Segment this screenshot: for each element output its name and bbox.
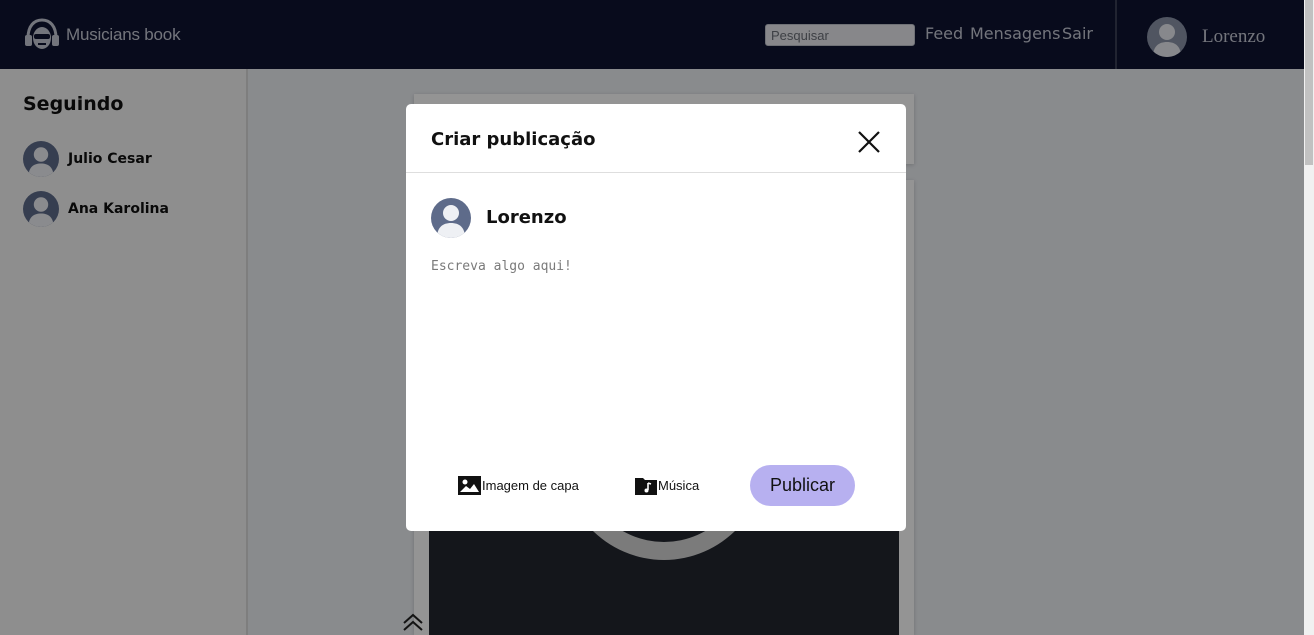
music-label: Música: [658, 478, 700, 493]
avatar: [431, 198, 471, 238]
music-button[interactable]: Música: [635, 476, 699, 495]
modal-header: Criar publicação: [406, 104, 906, 173]
user-silhouette-icon: [431, 198, 471, 238]
music-folder-icon: [635, 478, 657, 495]
create-post-modal: Criar publicação Lorenzo Imagem de capa …: [406, 104, 906, 531]
post-author-name: Lorenzo: [486, 207, 567, 228]
post-text-input[interactable]: [431, 259, 881, 439]
modal-title: Criar publicação: [431, 129, 596, 150]
cover-image-button[interactable]: Imagem de capa: [458, 476, 579, 495]
publish-button[interactable]: Publicar: [750, 465, 855, 506]
cover-image-label: Imagem de capa: [482, 478, 579, 493]
close-icon[interactable]: [855, 128, 883, 156]
scrollbar-thumb[interactable]: [1305, 0, 1313, 165]
image-icon: [458, 476, 481, 495]
page-scrollbar[interactable]: [1304, 0, 1314, 635]
